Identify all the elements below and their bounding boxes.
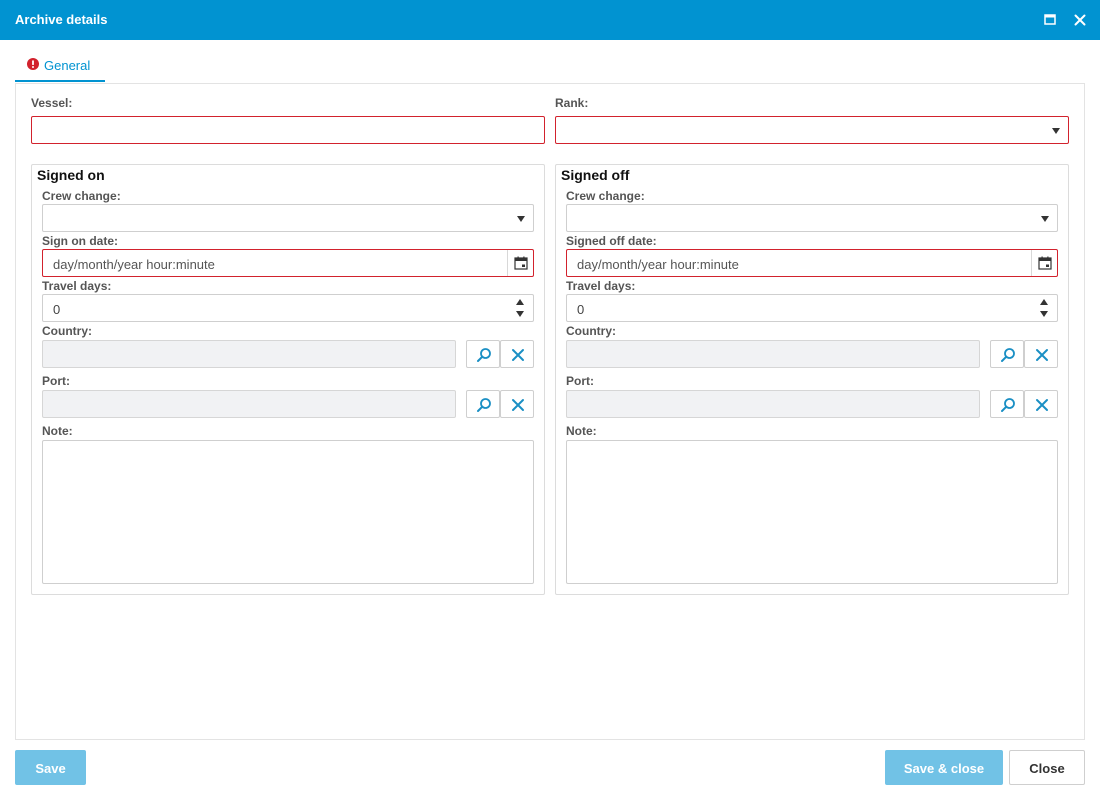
date-placeholder: day/month/year hour:minute: [577, 257, 739, 272]
close-button[interactable]: Close: [1009, 750, 1085, 785]
tab-label: General: [44, 58, 91, 73]
stepper-controls: [507, 295, 533, 321]
stepper-controls: [1031, 295, 1057, 321]
signed-on-travel-days-stepper[interactable]: 0: [42, 294, 534, 322]
rank-label: Rank:: [555, 96, 589, 110]
signed-off-country-clear-button[interactable]: [1024, 340, 1058, 368]
chevron-down-icon: [1052, 128, 1060, 134]
signed-on-country-search-button[interactable]: [466, 340, 500, 368]
window-title: Archive details: [15, 12, 108, 27]
signed-on-crew-change-select[interactable]: [42, 204, 534, 232]
signed-off-crew-change-select[interactable]: [566, 204, 1058, 232]
signed-off-note-textarea[interactable]: [566, 440, 1058, 584]
signed-off-title: Signed off: [561, 167, 630, 183]
signed-off-date-input[interactable]: day/month/year hour:minute: [566, 249, 1058, 277]
signed-off-port-clear-button[interactable]: [1024, 390, 1058, 418]
sign-on-date-label: Sign on date:: [42, 234, 118, 248]
signed-on-port-label: Port:: [42, 374, 70, 388]
close-icon[interactable]: [1070, 10, 1090, 30]
signed-off-date-label: Signed off date:: [566, 234, 657, 248]
save-button[interactable]: Save: [15, 750, 86, 785]
search-icon: [477, 398, 491, 412]
window-titlebar: Archive details: [0, 0, 1100, 40]
rank-select[interactable]: [555, 116, 1069, 144]
chevron-down-icon: [517, 216, 525, 222]
calendar-icon[interactable]: [1031, 250, 1057, 276]
signed-on-country-field: [42, 340, 456, 368]
signed-off-travel-days-stepper[interactable]: 0: [566, 294, 1058, 322]
signed-on-title: Signed on: [37, 167, 105, 183]
signed-off-travel-days-label: Travel days:: [566, 279, 636, 293]
search-icon: [1001, 398, 1015, 412]
search-icon: [477, 348, 491, 362]
clear-icon: [512, 399, 524, 411]
signed-on-country-label: Country:: [42, 324, 92, 338]
chevron-down-icon: [1041, 216, 1049, 222]
signed-off-note-label: Note:: [566, 424, 597, 438]
vessel-label: Vessel:: [31, 96, 73, 110]
signed-on-crew-change-label: Crew change:: [42, 189, 121, 203]
increment-icon[interactable]: [1040, 299, 1048, 305]
signed-off-country-label: Country:: [566, 324, 616, 338]
signed-on-travel-days-label: Travel days:: [42, 279, 112, 293]
date-placeholder: day/month/year hour:minute: [53, 257, 215, 272]
decrement-icon[interactable]: [1040, 311, 1048, 317]
signed-off-country-field: [566, 340, 980, 368]
error-icon: [27, 58, 39, 70]
search-icon: [1001, 348, 1015, 362]
save-and-close-button[interactable]: Save & close: [885, 750, 1003, 785]
signed-off-country-search-button[interactable]: [990, 340, 1024, 368]
tab-general[interactable]: General: [15, 52, 105, 82]
clear-icon: [512, 349, 524, 361]
signed-off-port-field: [566, 390, 980, 418]
signed-on-port-clear-button[interactable]: [500, 390, 534, 418]
clear-icon: [1036, 349, 1048, 361]
sign-on-date-input[interactable]: day/month/year hour:minute: [42, 249, 534, 277]
decrement-icon[interactable]: [516, 311, 524, 317]
signed-on-port-search-button[interactable]: [466, 390, 500, 418]
increment-icon[interactable]: [516, 299, 524, 305]
calendar-icon[interactable]: [507, 250, 533, 276]
maximize-icon[interactable]: [1040, 10, 1060, 30]
vessel-input[interactable]: [31, 116, 545, 144]
signed-off-port-label: Port:: [566, 374, 594, 388]
signed-on-port-field: [42, 390, 456, 418]
signed-on-note-label: Note:: [42, 424, 73, 438]
signed-on-country-clear-button[interactable]: [500, 340, 534, 368]
clear-icon: [1036, 399, 1048, 411]
signed-off-crew-change-label: Crew change:: [566, 189, 645, 203]
signed-on-note-textarea[interactable]: [42, 440, 534, 584]
signed-off-port-search-button[interactable]: [990, 390, 1024, 418]
